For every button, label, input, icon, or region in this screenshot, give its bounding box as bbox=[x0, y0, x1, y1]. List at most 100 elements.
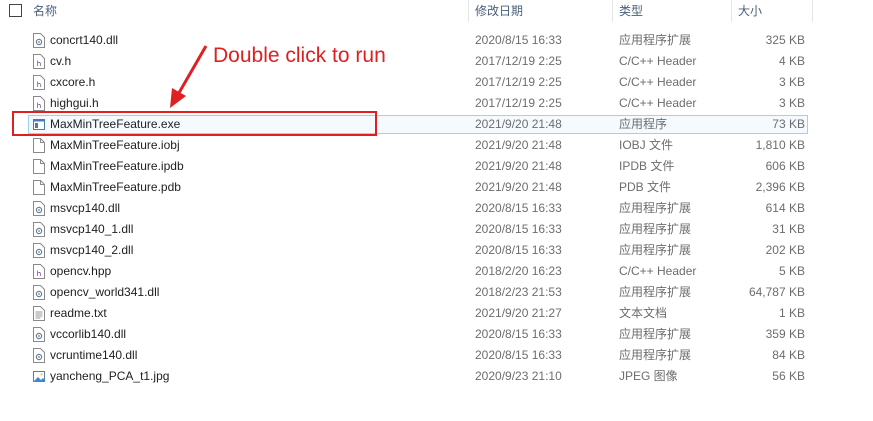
svg-text:h: h bbox=[37, 60, 41, 68]
select-all-checkbox[interactable] bbox=[9, 4, 22, 17]
file-type: PDB 文件 bbox=[619, 180, 672, 194]
file-date: 2021/9/20 21:48 bbox=[475, 180, 562, 194]
file-size: 1 KB bbox=[778, 306, 805, 320]
file-name: cv.h bbox=[50, 54, 72, 68]
column-divider[interactable] bbox=[468, 0, 469, 22]
file-name: yancheng_PCA_t1.jpg bbox=[50, 369, 170, 383]
file-icon bbox=[33, 138, 45, 153]
file-name: MaxMinTreeFeature.iobj bbox=[50, 138, 180, 152]
file-type: 文本文档 bbox=[619, 306, 668, 320]
file-row[interactable]: vcruntime140.dll 2020/8/15 16:33 应用程序扩展 84 … bbox=[0, 345, 873, 366]
dll-icon bbox=[33, 222, 45, 237]
file-date: 2018/2/23 21:53 bbox=[475, 285, 562, 299]
file-type: 应用程序扩展 bbox=[619, 33, 692, 47]
header-file-icon: h bbox=[33, 54, 45, 69]
file-name: concrt140.dll bbox=[50, 33, 119, 47]
file-name: readme.txt bbox=[50, 306, 107, 320]
file-size: 84 KB bbox=[772, 348, 805, 362]
file-size: 2,396 KB bbox=[755, 180, 805, 194]
file-size: 64,787 KB bbox=[748, 285, 805, 299]
file-row[interactable]: msvcp140.dll 2020/8/15 16:33 应用程序扩展 614 KB bbox=[0, 198, 873, 219]
file-type: IOBJ 文件 bbox=[619, 138, 674, 152]
file-row[interactable]: concrt140.dll 2020/8/15 16:33 应用程序扩展 325 KB bbox=[0, 30, 873, 51]
file-size: 202 KB bbox=[765, 243, 805, 257]
file-type: C/C++ Header bbox=[619, 75, 697, 89]
file-icon bbox=[33, 180, 45, 195]
file-type: 应用程序扩展 bbox=[619, 222, 692, 236]
file-name: MaxMinTreeFeature.ipdb bbox=[50, 159, 184, 173]
column-divider[interactable] bbox=[812, 0, 813, 22]
file-name: cxcore.h bbox=[50, 75, 96, 89]
file-size: 606 KB bbox=[765, 159, 805, 173]
file-date: 2021/9/20 21:27 bbox=[475, 306, 562, 320]
file-type: JPEG 图像 bbox=[619, 369, 678, 383]
file-icon bbox=[33, 159, 45, 174]
dll-icon bbox=[33, 348, 45, 363]
annotation-text: Double click to run bbox=[213, 44, 386, 67]
file-date: 2021/9/20 21:48 bbox=[475, 159, 562, 173]
file-type: 应用程序扩展 bbox=[619, 348, 692, 362]
file-date: 2021/9/20 21:48 bbox=[475, 117, 562, 131]
file-row[interactable]: h cv.h 2017/12/19 2:25 C/C++ Header 4 KB bbox=[0, 51, 873, 72]
file-row[interactable]: msvcp140_2.dll 2020/8/15 16:33 应用程序扩展 202 K… bbox=[0, 240, 873, 261]
file-row[interactable]: vccorlib140.dll 2020/8/15 16:33 应用程序扩展 359 … bbox=[0, 324, 873, 345]
file-row[interactable]: readme.txt 2021/9/20 21:27 文本文档 1 KB bbox=[0, 303, 873, 324]
column-header-date[interactable]: 修改日期 bbox=[475, 0, 523, 22]
file-type: 应用程序扩展 bbox=[619, 243, 692, 257]
text-file-icon bbox=[33, 306, 45, 321]
file-name: opencv.hpp bbox=[50, 264, 112, 278]
file-type: C/C++ Header bbox=[619, 54, 697, 68]
file-date: 2017/12/19 2:25 bbox=[475, 54, 562, 68]
file-size: 359 KB bbox=[765, 327, 805, 341]
column-header-size[interactable]: 大小 bbox=[738, 0, 762, 22]
column-header-type[interactable]: 类型 bbox=[619, 0, 643, 22]
file-name: vcruntime140.dll bbox=[50, 348, 138, 362]
column-divider[interactable] bbox=[612, 0, 613, 22]
dll-icon bbox=[33, 33, 45, 48]
file-date: 2017/12/19 2:25 bbox=[475, 75, 562, 89]
dll-icon bbox=[33, 327, 45, 342]
file-row[interactable]: MaxMinTreeFeature.iobj 2021/9/20 21:48 IOB… bbox=[0, 135, 873, 156]
file-name: MaxMinTreeFeature.pdb bbox=[50, 180, 181, 194]
header-file-icon: h bbox=[33, 75, 45, 90]
file-type: 应用程序扩展 bbox=[619, 327, 692, 341]
column-header: 名称 修改日期 类型 大小 bbox=[0, 0, 873, 22]
file-type: IPDB 文件 bbox=[619, 159, 675, 173]
file-row[interactable]: MaxMinTreeFeature.ipdb 2021/9/20 21:48 IPD… bbox=[0, 156, 873, 177]
file-size: 3 KB bbox=[778, 75, 805, 89]
file-row[interactable]: opencv_world341.dll 2018/2/23 21:53 应用程序扩展… bbox=[0, 282, 873, 303]
file-size: 5 KB bbox=[778, 264, 805, 278]
file-name: msvcp140.dll bbox=[50, 201, 121, 215]
file-size: 3 KB bbox=[778, 96, 805, 110]
file-size: 4 KB bbox=[778, 54, 805, 68]
file-size: 614 KB bbox=[765, 201, 805, 215]
file-row[interactable]: msvcp140_1.dll 2020/8/15 16:33 应用程序扩展 31 KB bbox=[0, 219, 873, 240]
file-date: 2020/8/15 16:33 bbox=[475, 327, 562, 341]
dll-icon bbox=[33, 243, 45, 258]
header-file-icon: h bbox=[33, 96, 45, 111]
file-date: 2020/8/15 16:33 bbox=[475, 243, 562, 257]
file-size: 73 KB bbox=[772, 117, 805, 131]
svg-text:h: h bbox=[37, 102, 41, 110]
file-date: 2018/2/20 16:23 bbox=[475, 264, 562, 278]
file-row[interactable]: h cxcore.h 2017/12/19 2:25 C/C++ Header 3 KB bbox=[0, 72, 873, 93]
file-type: 应用程序扩展 bbox=[619, 285, 692, 299]
file-name: msvcp140_2.dll bbox=[50, 243, 134, 257]
file-row[interactable]: h opencv.hpp 2018/2/20 16:23 C/C++ Header 5 … bbox=[0, 261, 873, 282]
file-row[interactable]: yancheng_PCA_t1.jpg 2020/9/23 21:10 JPEG 图… bbox=[0, 366, 873, 387]
file-size: 56 KB bbox=[772, 369, 805, 383]
file-size: 325 KB bbox=[765, 33, 805, 47]
red-arrow-icon bbox=[170, 45, 208, 108]
file-size: 1,810 KB bbox=[755, 138, 805, 152]
file-row[interactable]: MaxMinTreeFeature.pdb 2021/9/20 21:48 PDB … bbox=[0, 177, 873, 198]
file-date: 2020/9/23 21:10 bbox=[475, 369, 562, 383]
file-date: 2021/9/20 21:48 bbox=[475, 138, 562, 152]
file-type: 应用程序 bbox=[619, 117, 668, 131]
file-date: 2017/12/19 2:25 bbox=[475, 96, 562, 110]
column-header-name[interactable]: 名称 bbox=[33, 0, 57, 22]
dll-icon bbox=[33, 285, 45, 300]
file-name: vccorlib140.dll bbox=[50, 327, 127, 341]
image-file-icon bbox=[33, 369, 45, 384]
header-file-icon: h bbox=[33, 264, 45, 279]
column-divider[interactable] bbox=[731, 0, 732, 22]
